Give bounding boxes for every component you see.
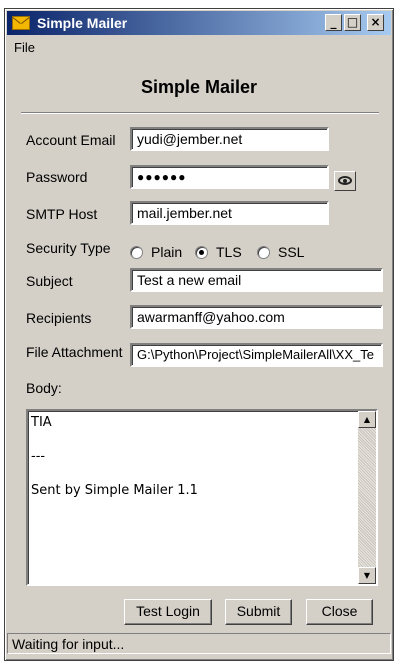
smtp-host-field[interactable]: mail.jember.net [130, 201, 329, 225]
menu-bar: File [7, 37, 391, 59]
security-option-tls[interactable]: TLS [216, 244, 242, 260]
file-attachment-field[interactable]: G:\Python\Project\SimpleMailerAll\XX_Te [130, 343, 383, 367]
body-textarea[interactable]: TIA --- Sent by Simple Mailer 1.1 ▲ ▼ [26, 409, 378, 586]
file-attachment-label: File Attachment [26, 344, 123, 360]
status-text: Waiting for input... [12, 636, 125, 652]
password-field[interactable]: ●●●●●● [130, 165, 329, 189]
security-option-plain[interactable]: Plain [151, 244, 182, 260]
close-window-button[interactable]: × [367, 14, 384, 31]
security-radio-ssl[interactable] [257, 246, 270, 259]
status-bar: Waiting for input... [7, 633, 391, 654]
recipients-label: Recipients [26, 310, 92, 326]
minimize-button[interactable]: _ [325, 14, 342, 31]
scroll-up-icon[interactable]: ▲ [358, 411, 376, 428]
close-button[interactable]: Close [306, 599, 373, 625]
security-option-ssl[interactable]: SSL [278, 244, 304, 260]
security-radio-plain[interactable] [130, 246, 143, 259]
title-bar[interactable]: Simple Mailer _ □ × [7, 11, 391, 35]
window-title: Simple Mailer [37, 15, 128, 31]
subject-field[interactable]: Test a new email [130, 268, 383, 292]
menu-file[interactable]: File [14, 40, 35, 55]
security-radio-tls[interactable] [195, 246, 208, 259]
show-password-button[interactable] [334, 171, 356, 191]
body-scrollbar[interactable]: ▲ ▼ [358, 411, 376, 584]
security-type-label: Security Type [26, 240, 111, 256]
scroll-down-icon[interactable]: ▼ [358, 567, 376, 584]
simple-mailer-window: Simple Mailer _ □ × File Simple Mailer A… [4, 8, 394, 661]
test-login-button[interactable]: Test Login [124, 599, 212, 625]
submit-button[interactable]: Submit [225, 599, 292, 625]
password-label: Password [26, 169, 88, 185]
page-heading: Simple Mailer [140, 77, 258, 97]
body-text[interactable]: TIA --- Sent by Simple Mailer 1.1 [31, 414, 354, 499]
envelope-icon [12, 16, 30, 30]
account-email-label: Account Email [26, 132, 116, 148]
separator [21, 112, 379, 114]
recipients-field[interactable]: awarmanff@yahoo.com [130, 305, 383, 329]
account-email-field[interactable]: yudi@jember.net [130, 127, 329, 151]
subject-label: Subject [26, 273, 73, 289]
smtp-host-label: SMTP Host [26, 206, 98, 222]
maximize-button[interactable]: □ [344, 14, 361, 31]
body-label: Body: [26, 380, 62, 396]
